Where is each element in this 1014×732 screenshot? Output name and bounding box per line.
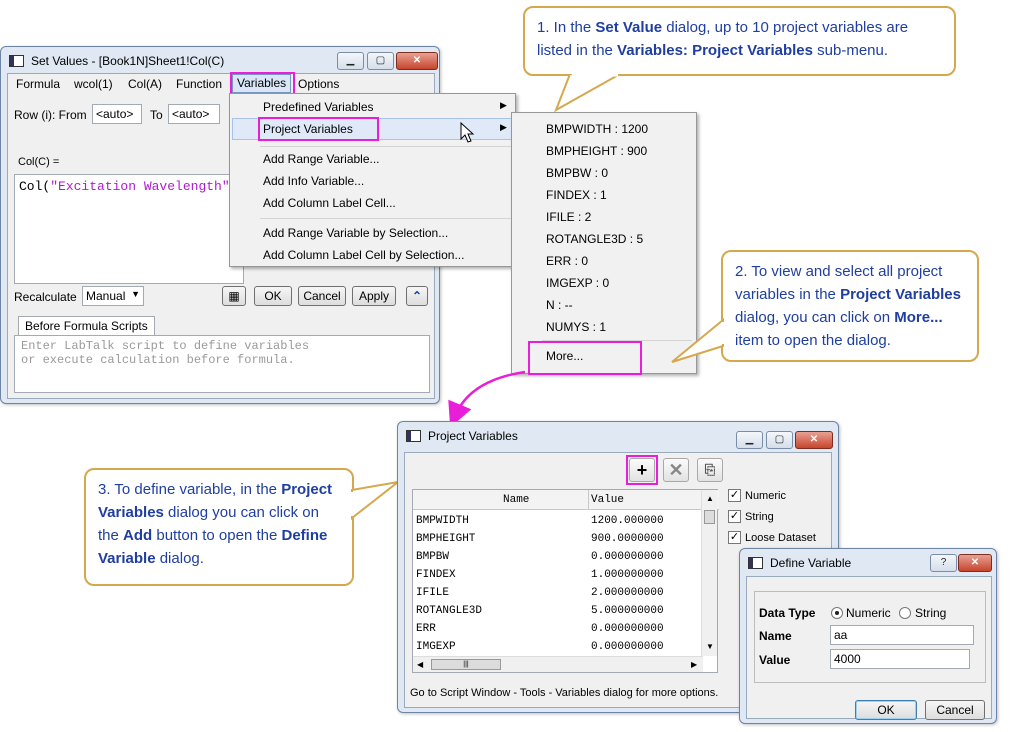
loose-dataset-checkbox[interactable]: ✓ (728, 531, 741, 544)
value-label: Value (759, 653, 791, 667)
app-icon (406, 430, 421, 442)
table-row[interactable]: IFILE 2.000000000 (413, 584, 717, 602)
scroll-right-icon[interactable]: ▶ (691, 660, 697, 669)
hscroll-thumb[interactable]: ||| (431, 659, 501, 670)
numeric-checkbox[interactable]: ✓ (728, 489, 741, 502)
define-ok-button[interactable]: OK (855, 700, 917, 720)
data-type-label: Data Type (759, 606, 816, 620)
copy-button[interactable]: ⎘ (697, 458, 723, 482)
define-cancel-button[interactable]: Cancel (925, 700, 985, 720)
app-icon (748, 557, 763, 569)
grid-header-divider (588, 490, 589, 510)
vertical-scrollbar[interactable]: ▲ ▼ (701, 490, 717, 656)
numeric-radio[interactable] (831, 607, 843, 619)
project-variables-title: Project Variables (428, 429, 518, 443)
delete-button[interactable]: ✕ (663, 458, 689, 482)
grid-header: Name Value (413, 490, 719, 510)
add-button-highlight (626, 455, 658, 485)
table-row[interactable]: IMGEXP 0.000000000 (413, 638, 717, 656)
loose-dataset-label: Loose Dataset (745, 532, 816, 544)
table-row[interactable]: BMPHEIGHT 900.0000000 (413, 530, 717, 548)
table-row[interactable]: FINDEX 1.000000000 (413, 566, 717, 584)
maximize-button[interactable]: ▢ (766, 431, 793, 449)
value-input[interactable]: 4000 (830, 649, 970, 669)
string-label: String (745, 511, 774, 523)
status-text: Go to Script Window - Tools - Variables … (410, 687, 719, 699)
scroll-thumb[interactable] (704, 510, 715, 524)
define-variable-client: Data Type Numeric String Name aa Value 4… (746, 576, 992, 720)
table-row[interactable]: BMPBW 0.000000000 (413, 548, 717, 566)
table-row[interactable]: ERR 0.000000000 (413, 620, 717, 638)
scroll-down-icon[interactable]: ▼ (706, 642, 714, 651)
scroll-up-icon[interactable]: ▲ (706, 494, 714, 503)
string-radio-label: String (915, 606, 947, 620)
string-radio[interactable] (899, 607, 911, 619)
help-button[interactable]: ? (930, 554, 957, 572)
grid-header-name[interactable]: Name (503, 494, 529, 506)
string-checkbox[interactable]: ✓ (728, 510, 741, 523)
define-variable-title: Define Variable (770, 556, 852, 570)
table-row[interactable]: ROTANGLE3D 5.000000000 (413, 602, 717, 620)
define-variable-titlebar[interactable]: Define Variable ? ✕ (740, 549, 996, 575)
variables-grid: Name Value BMPWIDTH 1200.000000 BMPHEIGHT… (412, 489, 719, 673)
horizontal-scrollbar[interactable]: ◀ ||| ▶ (413, 656, 703, 672)
callout-add: 3. To define variable, in the Project Va… (84, 468, 354, 586)
minimize-button[interactable]: ▁ (736, 431, 763, 449)
numeric-label: Numeric (745, 490, 786, 502)
define-variable-window: Define Variable ? ✕ Data Type Numeric St… (739, 548, 997, 724)
scroll-left-icon[interactable]: ◀ (417, 660, 423, 669)
close-button[interactable]: ✕ (795, 431, 833, 449)
project-variables-titlebar[interactable]: Project Variables ▁ ▢ ✕ (398, 422, 838, 449)
close-button[interactable]: ✕ (958, 554, 992, 572)
callout-3-pointer (350, 481, 399, 521)
numeric-radio-label: Numeric (846, 606, 891, 620)
name-input[interactable]: aa (830, 625, 974, 645)
grid-header-value[interactable]: Value (591, 494, 624, 506)
name-label: Name (759, 629, 792, 643)
table-row[interactable]: BMPWIDTH 1200.000000 (413, 512, 717, 530)
